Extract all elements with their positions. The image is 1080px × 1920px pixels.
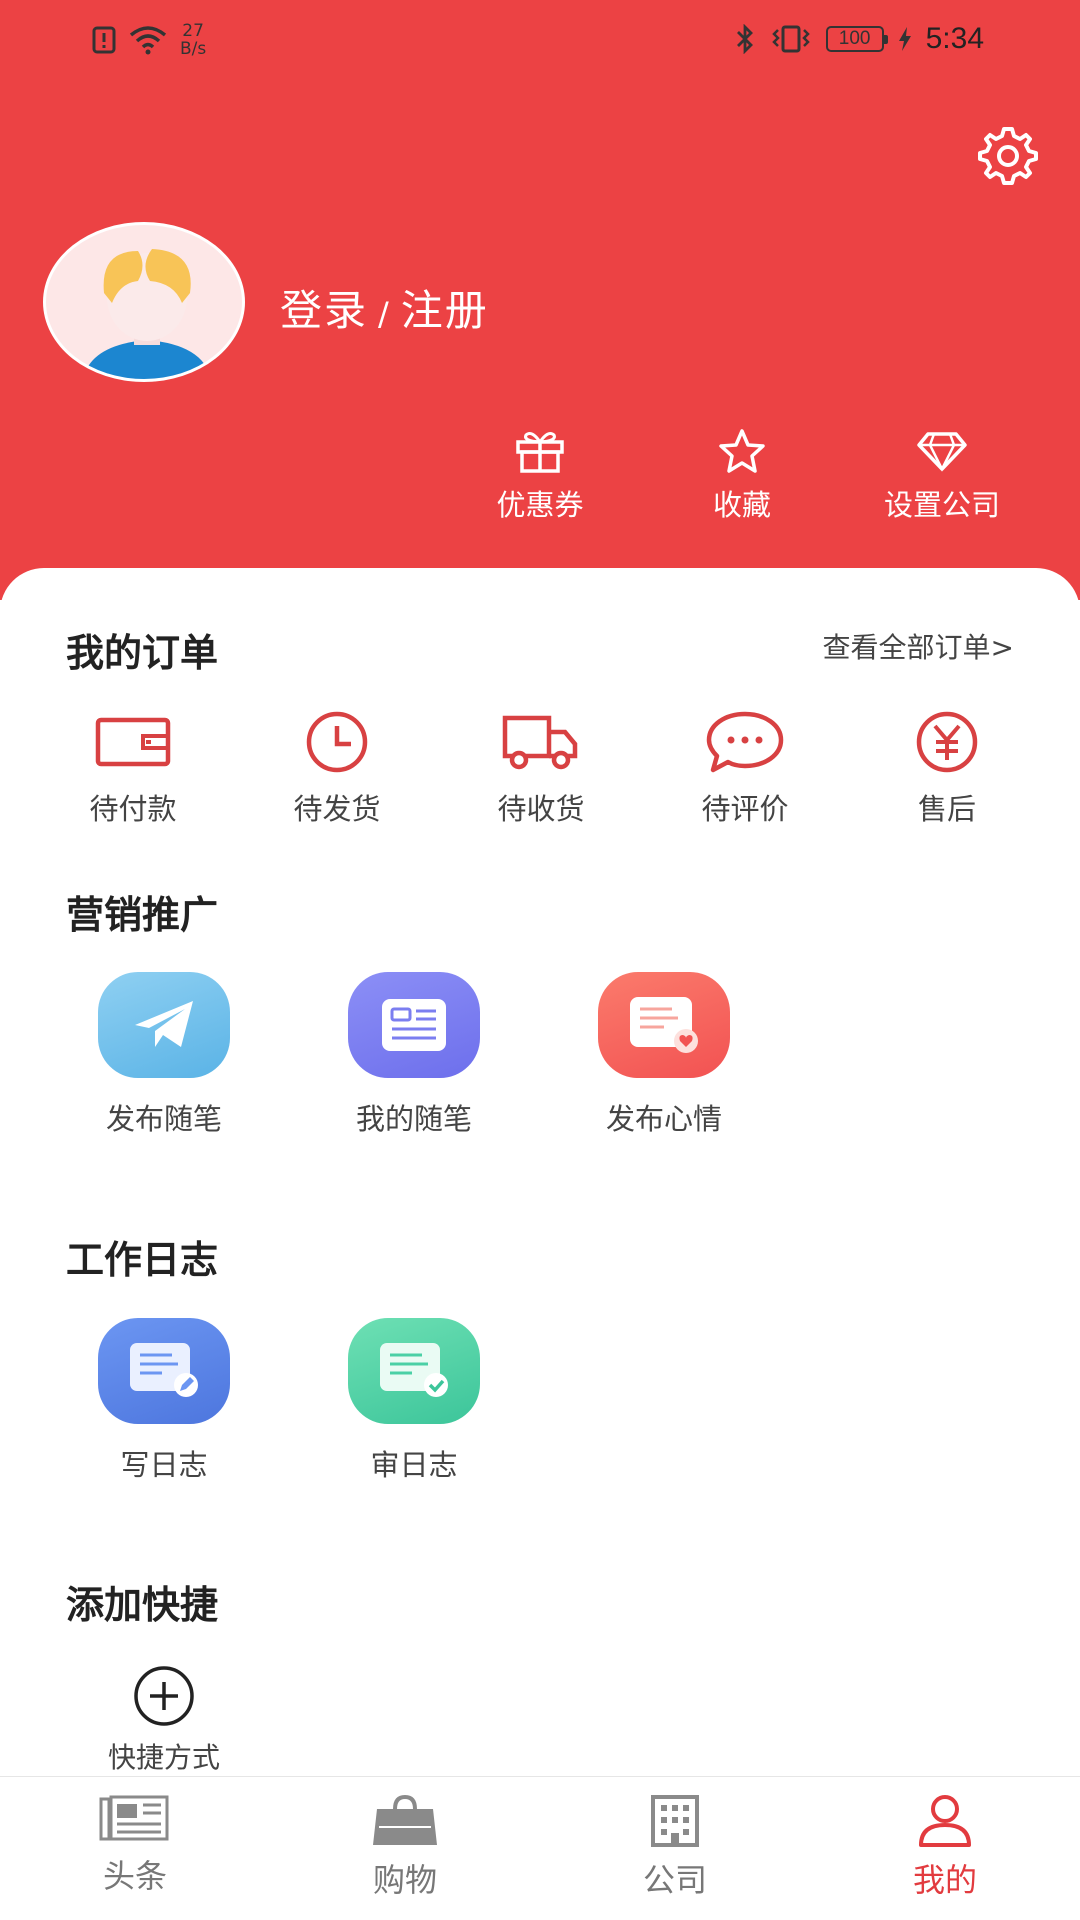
write-log-icon-box [98,1318,230,1424]
write-log-tile[interactable]: 写日志 [64,1318,264,1484]
avatar[interactable] [43,222,245,382]
tab-shopping-label: 购物 [372,1861,437,1899]
add-shortcut-label: 快捷方式 [107,1741,220,1774]
orders-section-title: 我的订单 [66,631,219,675]
tab-shopping[interactable]: 购物 [270,1777,540,1920]
my-essays-tile[interactable]: 我的随笔 [314,972,514,1138]
heart-note-icon [630,997,698,1053]
post-essay-icon-box [98,972,230,1078]
post-essay-label: 发布随笔 [105,1102,222,1136]
alert-icon [92,26,116,54]
status-left: 27 B/s [92,22,206,58]
register-label[interactable]: 注册 [401,286,489,335]
clock: 5:34 [925,22,984,55]
network-speed-value: 27 [182,21,204,41]
favorites-button[interactable]: 收藏 [652,428,832,524]
marketing-section-title: 营销推广 [66,893,219,937]
review-log-icon [380,1343,448,1397]
network-speed-unit: B/s [180,39,207,59]
write-log-icon [130,1343,198,1397]
view-all-orders-link[interactable]: 查看全部订单> [823,626,1014,666]
coupons-label: 优惠券 [496,488,584,522]
profile-header: 27 B/s 100 5:34 登录 / 注册 优惠券 收藏 设置公司 [0,0,1080,600]
wallet-icon [95,717,171,767]
newspaper-icon [99,1795,169,1841]
my-essays-label: 我的随笔 [355,1102,472,1136]
shortcuts-section-title: 添加快捷 [66,1583,219,1627]
truck-icon [502,715,578,770]
news-card-icon [382,999,446,1051]
clock-icon [306,711,368,773]
post-mood-label: 发布心情 [605,1102,722,1136]
paper-plane-icon [135,1001,193,1047]
battery-indicator: 100 [825,26,888,52]
vibrate-icon [771,25,810,53]
chat-icon [706,711,784,773]
plus-circle-icon [134,1666,194,1726]
bottom-tab-bar: 头条 购物 公司 我的 [0,1776,1080,1920]
order-after-sales[interactable]: 售后 [862,710,1032,828]
tab-mine-label: 我的 [912,1861,977,1899]
review-log-tile[interactable]: 审日志 [314,1318,514,1484]
network-speed: 27 B/s [180,22,206,58]
order-after-sales-label: 售后 [917,792,976,826]
login-label[interactable]: 登录 [280,286,368,335]
favorites-label: 收藏 [712,488,771,522]
tab-headlines[interactable]: 头条 [0,1777,270,1920]
wifi-icon [129,26,167,55]
login-register-link[interactable]: 登录 / 注册 [280,277,489,338]
post-essay-tile[interactable]: 发布随笔 [64,972,264,1138]
post-mood-icon-box [598,972,730,1078]
order-pending-review-label: 待评价 [701,792,789,826]
tab-headlines-label: 头条 [102,1857,167,1895]
login-separator: / [378,295,391,333]
coupons-button[interactable]: 优惠券 [450,428,630,524]
worklog-section-title: 工作日志 [66,1238,219,1282]
yen-icon [916,711,978,773]
tab-company[interactable]: 公司 [540,1777,810,1920]
star-icon [719,429,765,473]
settings-button[interactable] [976,124,1038,186]
review-log-icon-box [348,1318,480,1424]
my-essays-icon-box [348,972,480,1078]
tab-mine[interactable]: 我的 [810,1777,1080,1920]
review-log-label: 审日志 [370,1448,458,1482]
add-shortcut-button[interactable]: 快捷方式 [64,1664,264,1776]
building-icon [651,1795,699,1847]
tab-company-label: 公司 [642,1861,707,1899]
order-pending-receipt-label: 待收货 [497,792,585,826]
user-icon [919,1795,971,1847]
order-pending-payment[interactable]: 待付款 [48,710,218,828]
gift-icon [516,432,564,473]
order-pending-payment-label: 待付款 [89,792,177,826]
post-mood-tile[interactable]: 发布心情 [564,972,764,1138]
order-pending-review[interactable]: 待评价 [660,710,830,828]
order-pending-receipt[interactable]: 待收货 [456,710,626,828]
status-bar: 27 B/s 100 5:34 [0,0,1080,80]
write-log-label: 写日志 [120,1448,208,1482]
shopping-bag-icon [373,1795,437,1845]
status-right: 100 5:34 [734,22,984,56]
set-company-label: 设置公司 [883,488,1000,522]
order-pending-shipment-label: 待发货 [293,792,381,826]
set-company-button[interactable]: 设置公司 [852,428,1032,524]
order-pending-shipment[interactable]: 待发货 [252,710,422,828]
charging-icon [898,27,911,51]
bluetooth-icon [736,24,753,54]
default-avatar-icon [83,249,211,379]
diamond-icon [917,432,967,472]
gear-icon [978,127,1038,185]
